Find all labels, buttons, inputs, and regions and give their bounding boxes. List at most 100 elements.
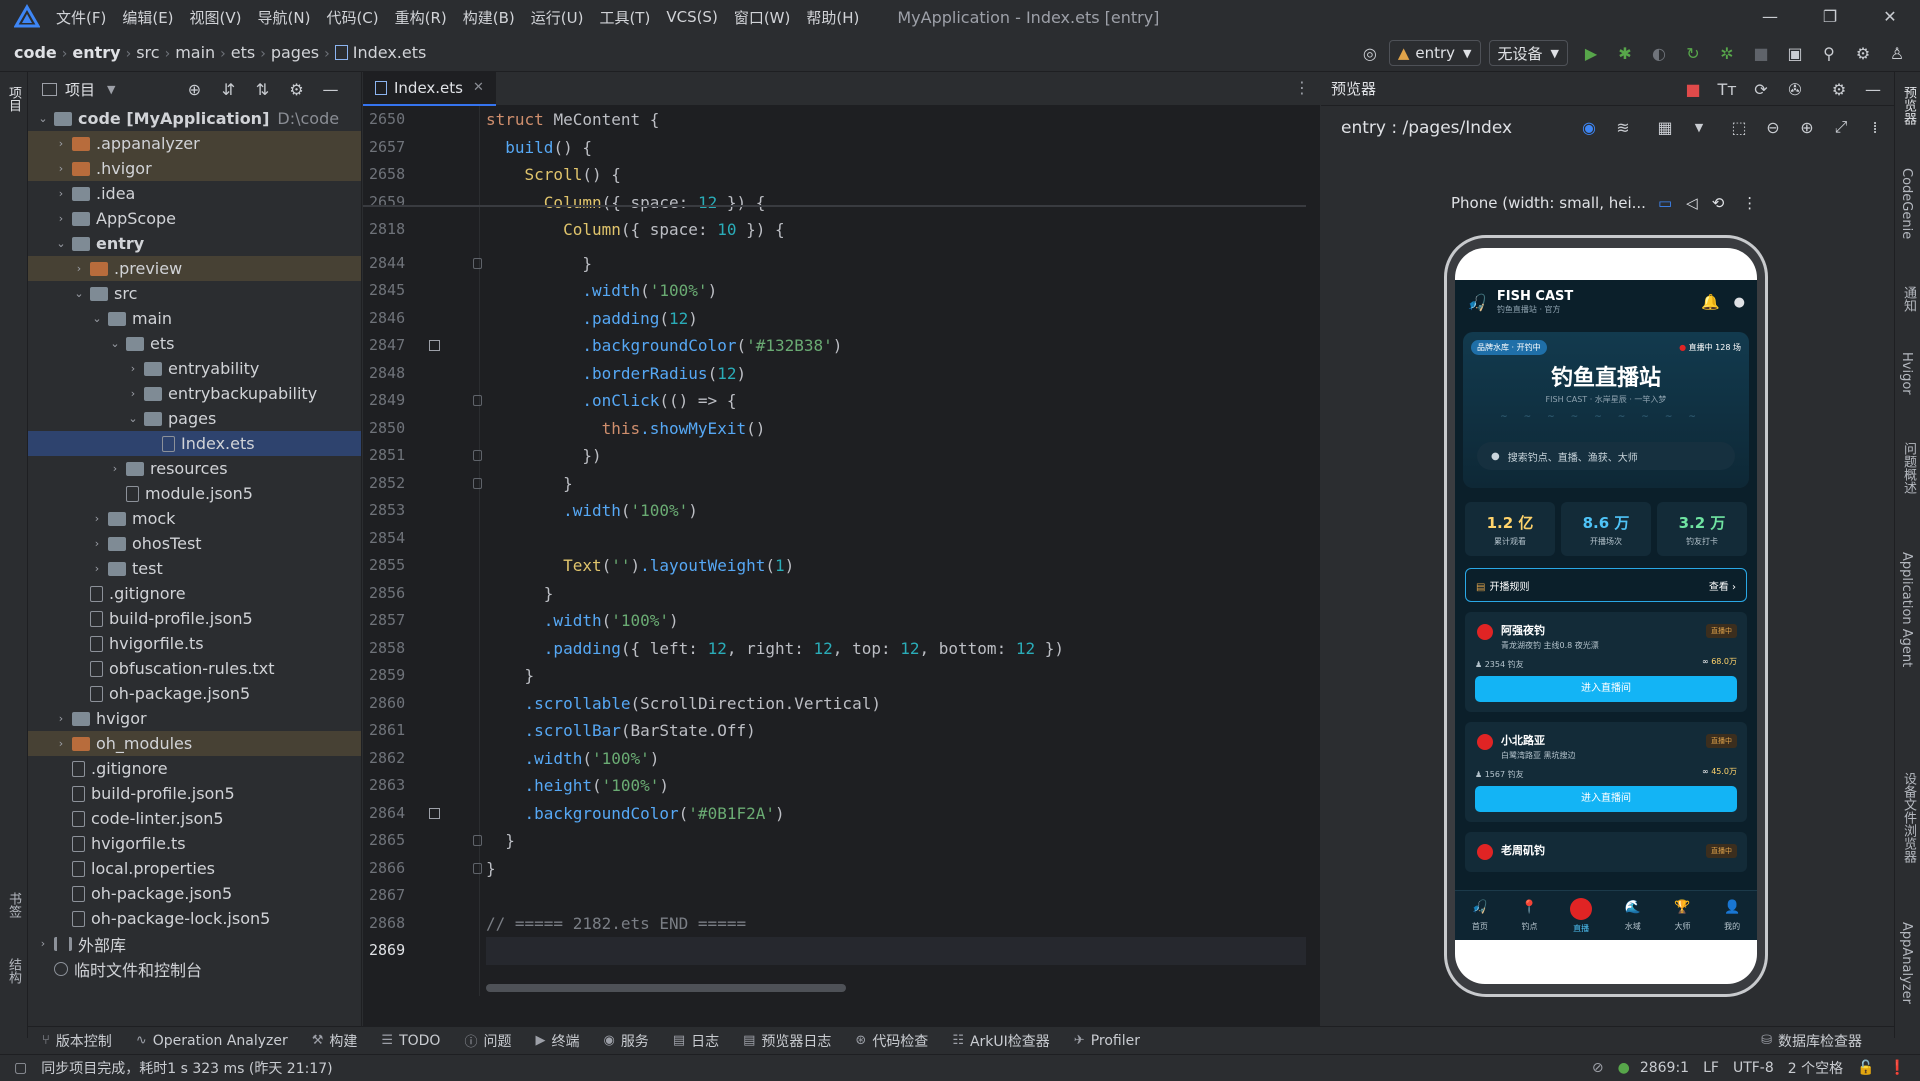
tree-item[interactable]: oh-package.json5 [28, 881, 361, 906]
gear-icon[interactable]: ⚙ [1852, 42, 1874, 64]
tool-profiler[interactable]: ✈ Profiler [1074, 1033, 1140, 1049]
cursor-position[interactable]: 2869:1 [1640, 1060, 1689, 1076]
code-line[interactable]: build() { [486, 134, 1306, 162]
code-line[interactable]: Column({ space: 12 }) { [486, 189, 1306, 217]
stop-icon[interactable]: ■ [1682, 78, 1704, 100]
menu-refactor[interactable]: 重构(R) [395, 7, 447, 28]
code-line[interactable] [486, 525, 1306, 553]
more-icon[interactable]: ⋮ [1742, 194, 1757, 212]
code-line[interactable]: }) [486, 442, 1306, 470]
tree-item[interactable]: .gitignore [28, 581, 361, 606]
menu-navigate[interactable]: 导航(N) [258, 7, 311, 28]
code-area[interactable]: struct MeContent { build() { Scroll() { … [486, 106, 1306, 996]
color-swatch-icon[interactable] [429, 807, 440, 819]
tool-application-agent[interactable]: Application Agent [1899, 552, 1914, 667]
zoom-out-icon[interactable]: ⊖ [1762, 116, 1784, 138]
account-icon[interactable]: ♙ [1886, 42, 1908, 64]
tool-services[interactable]: ◉ 服务 [603, 1031, 648, 1051]
code-line[interactable] [486, 937, 1306, 965]
code-line[interactable]: .borderRadius(12) [486, 360, 1306, 388]
code-line[interactable]: .width('100%') [486, 277, 1306, 305]
tool-device-file-browser[interactable]: 设备文件浏览器 [1899, 772, 1918, 863]
file-encoding[interactable]: UTF-8 [1733, 1060, 1774, 1076]
chevron-down-icon[interactable]: ▼ [1688, 116, 1710, 138]
chevron-down-icon[interactable]: ⌄ [126, 412, 140, 425]
fold-icon[interactable] [473, 862, 482, 874]
tool-codegenie[interactable]: CodeGenie [1899, 168, 1914, 239]
chevron-right-icon[interactable]: › [54, 737, 68, 750]
tool-arkui-inspector[interactable]: ☷ ArkUI检查器 [952, 1031, 1049, 1051]
tree-item[interactable]: › .appanalyzer [28, 131, 361, 156]
code-line[interactable]: .onClick(() => { [486, 387, 1306, 415]
crop-icon[interactable]: ⬚ [1728, 116, 1750, 138]
device-select[interactable]: 无设备 ▼ [1488, 40, 1568, 66]
code-line[interactable]: } [486, 250, 1306, 278]
menu-build[interactable]: 构建(B) [463, 7, 515, 28]
line-separator[interactable]: LF [1703, 1060, 1719, 1076]
hide-icon[interactable]: — [319, 78, 341, 100]
tree-item[interactable]: › ohosTest [28, 531, 361, 556]
chevron-down-icon[interactable]: ▼ [107, 83, 115, 96]
tab-spots[interactable]: 📍 钓点 [1520, 900, 1538, 932]
horizontal-scrollbar[interactable] [486, 984, 846, 992]
color-swatch-icon[interactable] [429, 340, 440, 351]
code-line[interactable]: this.showMyExit() [486, 415, 1306, 443]
tree-item[interactable]: module.json5 [28, 481, 361, 506]
tree-item[interactable]: › 外部库 [28, 931, 361, 956]
grid-icon[interactable]: ▦ [1654, 116, 1676, 138]
run-config-select[interactable]: ▲ entry ▼ [1388, 40, 1481, 66]
tool-code-check[interactable]: ⊛ 代码检查 [855, 1031, 928, 1051]
tree-item[interactable]: › hvigor [28, 706, 361, 731]
tool-problems-overview[interactable]: 问题概述 [1899, 442, 1918, 494]
debug-icon[interactable]: ✱ [1614, 42, 1636, 64]
breadcrumb-item[interactable]: src [136, 43, 159, 62]
live-card[interactable]: 直播中 老周矶钓 [1465, 832, 1747, 872]
back-icon[interactable]: ◁ [1686, 194, 1698, 212]
tree-item[interactable]: › .preview [28, 256, 361, 281]
layers-icon[interactable]: ≋ [1612, 116, 1634, 138]
chevron-down-icon[interactable]: ⌄ [90, 312, 104, 325]
tab-waters[interactable]: 🌊 水域 [1624, 900, 1642, 932]
tree-item[interactable]: local.properties [28, 856, 361, 881]
live-card[interactable]: 直播中 阿强夜钓 青龙湖夜钓 主线0.8 夜光漂 ♟ 2354 钓友 ∞ 68.… [1465, 612, 1747, 712]
lock-icon[interactable]: 🔓 [1857, 1060, 1874, 1076]
tab-home[interactable]: 🎣 首页 [1471, 900, 1489, 932]
tree-item[interactable]: › mock [28, 506, 361, 531]
chevron-down-icon[interactable]: ⌄ [54, 237, 68, 250]
code-line[interactable]: .padding(12) [486, 305, 1306, 333]
menu-edit[interactable]: 编辑(E) [122, 7, 173, 28]
inspector-icon[interactable]: ✇ [1784, 78, 1806, 100]
tree-item[interactable]: hvigorfile.ts [28, 631, 361, 656]
chevron-right-icon[interactable]: › [54, 187, 68, 200]
breadcrumb-item[interactable]: ets [231, 43, 255, 62]
tab-masters[interactable]: 🏆 大师 [1673, 900, 1691, 932]
enter-live-button[interactable]: 进入直播间 [1475, 676, 1737, 702]
tree-item[interactable]: ⌄ code [MyApplication] D:\code [28, 106, 361, 131]
tool-bookmarks[interactable]: 书签 [4, 892, 23, 918]
message-icon[interactable]: ● [1734, 295, 1745, 310]
device-label[interactable]: Phone (width: small, hei... [1451, 194, 1646, 212]
breadcrumb-item[interactable]: code [14, 43, 57, 62]
tree-item[interactable]: oh-package.json5 [28, 681, 361, 706]
attach-debugger-icon[interactable]: ◐ [1648, 42, 1670, 64]
code-line[interactable] [486, 882, 1306, 910]
more-icon[interactable]: ⋮ [1294, 78, 1310, 97]
expand-all-icon[interactable]: ⇵ [217, 78, 239, 100]
code-line[interactable]: struct MeContent { [486, 106, 1306, 134]
indent-setting[interactable]: 2 个空格 [1788, 1058, 1843, 1078]
chevron-right-icon[interactable]: › [108, 462, 122, 475]
tree-item[interactable]: ⌄ entry [28, 231, 361, 256]
tool-todo[interactable]: ☰ TODO [381, 1033, 440, 1049]
code-line[interactable]: Text('').layoutWeight(1) [486, 552, 1306, 580]
tree-item[interactable]: code-linter.json5 [28, 806, 361, 831]
menu-vcs[interactable]: VCS(S) [666, 8, 717, 26]
menu-tools[interactable]: 工具(T) [599, 7, 650, 28]
tool-notifications[interactable]: 通知 [1899, 286, 1918, 312]
tree-item[interactable]: Index.ets [28, 431, 361, 456]
code-line[interactable]: .backgroundColor('#132B38') [486, 332, 1306, 360]
code-line[interactable]: } [486, 662, 1306, 690]
collapse-all-icon[interactable]: ⇅ [251, 78, 273, 100]
code-line[interactable]: .padding({ left: 12, right: 12, top: 12,… [486, 635, 1306, 663]
tree-item[interactable]: ⌄ src [28, 281, 361, 306]
locate-icon[interactable]: ⊕ [183, 78, 205, 100]
